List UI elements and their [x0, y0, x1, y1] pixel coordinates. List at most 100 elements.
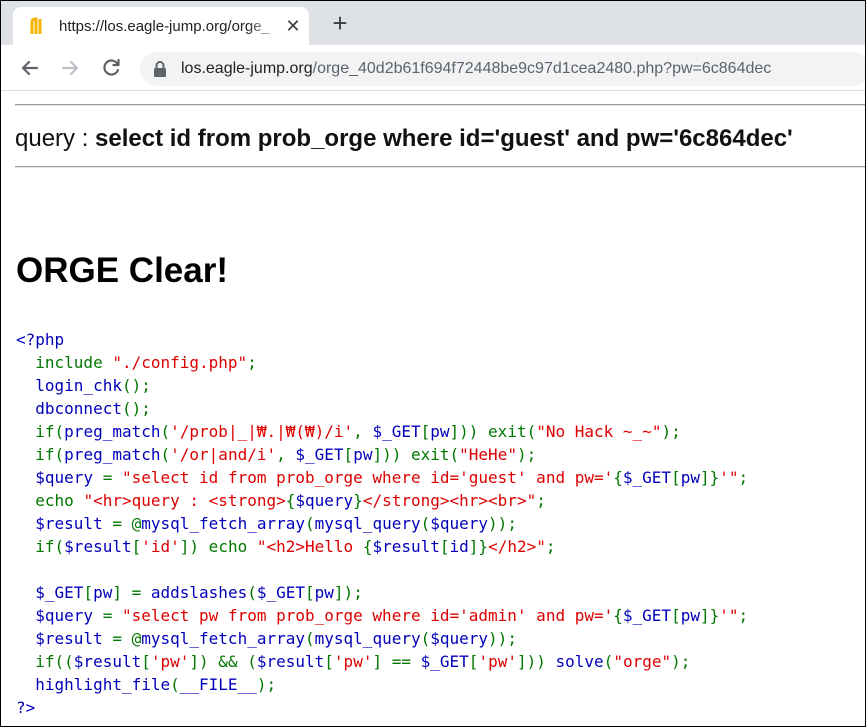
code-token: (	[603, 652, 614, 671]
tab-close-icon[interactable]: ✕	[283, 16, 303, 36]
code-token: "HeHe"	[459, 445, 517, 464]
code-token: ]}	[699, 468, 720, 487]
code-token: ]) && (	[189, 652, 257, 671]
forward-arrow-icon	[61, 60, 79, 76]
code-token: mysql_fetch_array	[141, 514, 305, 533]
code-token: ]) echo	[179, 537, 257, 556]
code-token: ;	[536, 491, 546, 510]
code-token: '"	[719, 468, 739, 487]
lock-icon[interactable]	[152, 60, 168, 78]
site-favicon-icon	[29, 16, 47, 36]
code-line: $query = "select id from prob_orge where…	[16, 466, 748, 489]
back-arrow-icon	[21, 60, 39, 76]
code-token: $query	[295, 491, 354, 510]
url-text[interactable]: los.eagle-jump.org/orge_40d2b61f694f7244…	[181, 59, 771, 79]
code-token: $query	[430, 514, 489, 533]
code-token: );	[516, 445, 537, 464]
code-token: [	[420, 422, 431, 441]
code-token: "<hr>query : <strong>	[83, 491, 286, 510]
code-token: {	[613, 468, 623, 487]
code-token: if((	[16, 652, 74, 671]
code-token: = @	[112, 514, 142, 533]
code-line: include "./config.php";	[16, 351, 748, 374]
code-token: [	[439, 537, 450, 556]
horizontal-rule-top	[15, 104, 865, 106]
code-token: ();	[121, 376, 151, 395]
code-token: pw	[353, 445, 373, 464]
code-token: $_GET	[622, 468, 672, 487]
code-token: [	[305, 583, 315, 602]
code-token: ;	[247, 353, 257, 372]
url-host: los.eagle-jump.org	[181, 60, 313, 77]
code-token: ;	[738, 468, 749, 487]
code-token: [	[83, 583, 94, 602]
code-token: if(	[16, 422, 65, 441]
code-line: if($result['id']) echo "<h2>Hello {$resu…	[16, 535, 748, 558]
code-token: highlight_file	[35, 675, 171, 694]
code-token: ])) exit(	[372, 445, 460, 464]
code-token: $query	[430, 629, 489, 648]
code-token: </strong><hr><br>"	[362, 491, 537, 510]
source-code-block: <?php include "./config.php"; login_chk(…	[16, 328, 748, 719]
code-token: "./config.php"	[112, 353, 248, 372]
code-token: (	[160, 422, 171, 441]
code-token: mysql_fetch_array	[141, 629, 305, 648]
code-line: $result = @mysql_fetch_array(mysql_query…	[16, 627, 748, 650]
code-token: if(	[16, 537, 65, 556]
code-line	[16, 558, 748, 581]
tab-title-fade	[247, 15, 279, 39]
code-token: login_chk	[35, 376, 122, 395]
code-token: (	[305, 514, 315, 533]
code-token: echo	[16, 491, 84, 510]
back-button[interactable]	[16, 54, 44, 82]
code-token: pw	[680, 468, 700, 487]
code-token: 'pw'	[150, 652, 190, 671]
code-token: $_GET	[16, 583, 84, 602]
code-line: ?>	[16, 696, 748, 719]
code-token: ));	[488, 514, 517, 533]
reload-icon	[103, 58, 120, 76]
code-token: 'id'	[141, 537, 180, 556]
forward-button[interactable]	[56, 54, 84, 82]
code-token: {	[362, 537, 373, 556]
code-line: if(preg_match('/or|and/i', $_GET[pw])) e…	[16, 443, 748, 466]
horizontal-rule-bottom	[15, 166, 865, 168]
code-line: $result = @mysql_fetch_array(mysql_query…	[16, 512, 748, 535]
code-token: 'pw'	[478, 652, 517, 671]
reload-button[interactable]	[97, 54, 125, 82]
code-token: "select id from prob_orge where id='gues…	[121, 468, 614, 487]
new-tab-button[interactable]: +	[326, 10, 354, 38]
code-token: $result	[256, 652, 325, 671]
code-token: '/prob|_|₩.|₩(₩)/i'	[170, 422, 354, 441]
address-bar[interactable]: los.eagle-jump.org/orge_40d2b61f694f7244…	[140, 52, 865, 86]
code-token: addslashes	[150, 583, 248, 602]
code-token: $result	[16, 629, 113, 648]
code-token: (	[420, 514, 431, 533]
code-token: (	[305, 629, 315, 648]
code-token: $result	[73, 652, 142, 671]
code-token: (	[170, 675, 180, 694]
browser-tab[interactable]: https://los.eagle-jump.org/orge_ ✕	[13, 7, 309, 45]
code-token: $result	[16, 514, 113, 533]
code-token: );	[661, 422, 681, 441]
code-token: include	[16, 353, 113, 372]
code-line: if(($result['pw']) && ($result['pw'] == …	[16, 650, 748, 673]
code-token: $result	[372, 537, 440, 556]
code-token: {	[285, 491, 296, 510]
code-token: "orge"	[613, 652, 672, 671]
query-line: query : select id from prob_orge where i…	[15, 124, 793, 154]
code-token: =	[102, 468, 122, 487]
code-token: [	[141, 652, 151, 671]
code-token: ])) exit(	[449, 422, 537, 441]
page-content: query : select id from prob_orge where i…	[1, 92, 865, 726]
code-token: id	[449, 537, 469, 556]
code-token: ();	[121, 399, 151, 418]
code-token: ?>	[16, 698, 36, 717]
code-token: __FILE__	[179, 675, 257, 694]
code-token: [	[468, 652, 479, 671]
code-token: 'pw'	[333, 652, 373, 671]
code-token: [	[324, 652, 334, 671]
code-token: dbconnect	[35, 399, 122, 418]
